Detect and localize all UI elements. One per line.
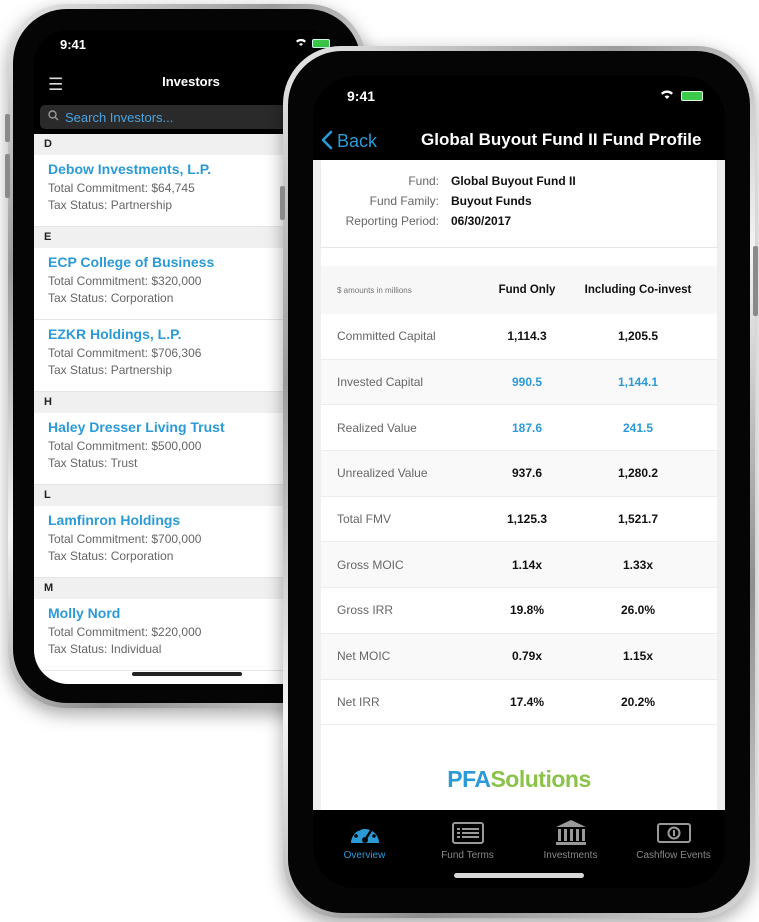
tab-overview[interactable]: Overview	[313, 810, 416, 888]
home-indicator[interactable]	[454, 873, 584, 878]
table-row: Gross MOIC 1.14x 1.33x	[321, 542, 717, 589]
fund-info-label: Fund:	[408, 174, 439, 188]
metric-fund-only-value: 1,125.3	[506, 512, 548, 527]
fund-info-value: 06/30/2017	[451, 214, 512, 228]
fund-info-value: Buyout Funds	[451, 194, 532, 208]
metric-coinvest-value: 26.0%	[620, 603, 656, 618]
metric-label: Committed Capital	[337, 329, 436, 344]
fund-profile-content: Fund: Global Buyout Fund II Fund Family: Bu…	[313, 160, 725, 810]
chevron-left-icon	[321, 130, 333, 152]
tab-label: Overview	[343, 850, 386, 861]
metric-label: Invested Capital	[337, 375, 424, 390]
table-header: $ amounts in millions Fund Only Includin…	[321, 266, 717, 314]
list-icon	[416, 818, 519, 848]
metric-coinvest-value: 1.15x	[622, 649, 654, 664]
metric-coinvest-value: 1.33x	[622, 557, 654, 572]
page-title: Global Buyout Fund II Fund Profile	[421, 130, 702, 149]
fund-info-value: Global Buyout Fund II	[451, 174, 576, 188]
status-bar: 9:41	[34, 30, 340, 72]
metric-coinvest-value[interactable]: 1,144.1	[565, 375, 711, 389]
fund-profile-phone: 9:41 Back Global Buyout Fund II Fund Pro…	[280, 46, 758, 918]
fund-info-row: Reporting Period: 06/30/2017	[321, 214, 717, 228]
pfa-solutions-logo: PFASolutions	[447, 766, 591, 792]
fund-info-label: Reporting Period:	[345, 214, 439, 228]
tab-cashflow-events[interactable]: Cashflow Events	[622, 810, 725, 888]
metric-fund-only-value: 937.6	[511, 466, 543, 481]
fund-info-row: Fund Family: Buyout Funds	[321, 194, 717, 208]
metric-fund-only-value[interactable]: 187.6	[489, 421, 565, 435]
tab-label: Fund Terms	[441, 850, 494, 861]
metric-label: Unrealized Value	[337, 466, 428, 481]
metric-coinvest-value: 1,280.2	[617, 466, 659, 481]
table-row: Net MOIC 0.79x 1.15x	[321, 633, 717, 680]
search-icon	[48, 110, 59, 124]
metric-label: Net IRR	[337, 694, 380, 709]
fund-info: Fund: Global Buyout Fund II Fund Family: Bu…	[321, 160, 717, 248]
fund-info-row: Fund: Global Buyout Fund II	[321, 174, 717, 188]
col-fund-only: Fund Only	[498, 284, 556, 296]
fund-profile-screen: 9:41 Back Global Buyout Fund II Fund Pro…	[313, 76, 725, 888]
status-bar: 9:41	[313, 76, 725, 116]
table-row: Total FMV 1,125.3 1,521.7	[321, 497, 717, 543]
search-input[interactable]	[65, 109, 265, 125]
metric-fund-only-value: 17.4%	[509, 694, 545, 709]
nav-bar: Back Global Buyout Fund II Fund Profile	[313, 124, 725, 158]
metric-fund-only-value: 1.14x	[511, 557, 543, 572]
metric-fund-only-value: 19.8%	[509, 603, 545, 618]
cash-icon	[622, 818, 725, 848]
metric-fund-only-value[interactable]: 990.5	[489, 375, 565, 389]
metric-label: Total FMV	[337, 512, 392, 527]
wifi-icon	[294, 37, 308, 50]
amounts-note: $ amounts in millions	[337, 285, 412, 295]
back-label: Back	[337, 130, 378, 151]
metric-coinvest-value[interactable]: 241.5	[565, 421, 711, 435]
fund-info-label: Fund Family:	[369, 194, 439, 208]
col-including-coinvest: Including Co-invest	[584, 284, 692, 296]
table-row: Net IRR 17.4% 20.2%	[321, 680, 717, 726]
metric-label: Realized Value	[337, 420, 417, 435]
status-time: 9:41	[347, 88, 376, 104]
wifi-icon	[659, 88, 675, 103]
tab-label: Investments	[543, 850, 598, 861]
back-button[interactable]: Back	[321, 130, 377, 152]
battery-icon	[681, 90, 703, 101]
status-time: 9:41	[60, 37, 87, 52]
home-indicator[interactable]	[132, 672, 242, 676]
bank-icon	[519, 818, 622, 848]
volume-up-button	[280, 186, 285, 220]
metric-coinvest-value: 20.2%	[620, 694, 656, 709]
table-row: Realized Value 187.6 241.5	[321, 405, 717, 452]
volume-down-button	[5, 154, 10, 198]
metrics-table: Committed Capital 1,114.3 1,205.5 Invested …	[321, 314, 717, 726]
gauge-icon	[313, 818, 416, 848]
metric-fund-only-value: 0.79x	[511, 649, 543, 664]
table-row: Committed Capital 1,114.3 1,205.5	[321, 314, 717, 360]
metric-coinvest-value: 1,521.7	[617, 512, 659, 527]
metric-label: Net MOIC	[337, 649, 391, 664]
metric-coinvest-value: 1,205.5	[617, 329, 659, 344]
power-button	[753, 246, 758, 316]
table-row: Gross IRR 19.8% 26.0%	[321, 588, 717, 634]
metric-label: Gross IRR	[337, 603, 394, 618]
volume-up-button	[5, 114, 10, 142]
metric-label: Gross MOIC	[337, 557, 404, 572]
table-row: Unrealized Value 937.6 1,280.2	[321, 451, 717, 497]
table-row: Invested Capital 990.5 1,144.1	[321, 359, 717, 406]
tab-label: Cashflow Events	[636, 850, 711, 861]
metric-fund-only-value: 1,114.3	[507, 329, 547, 344]
